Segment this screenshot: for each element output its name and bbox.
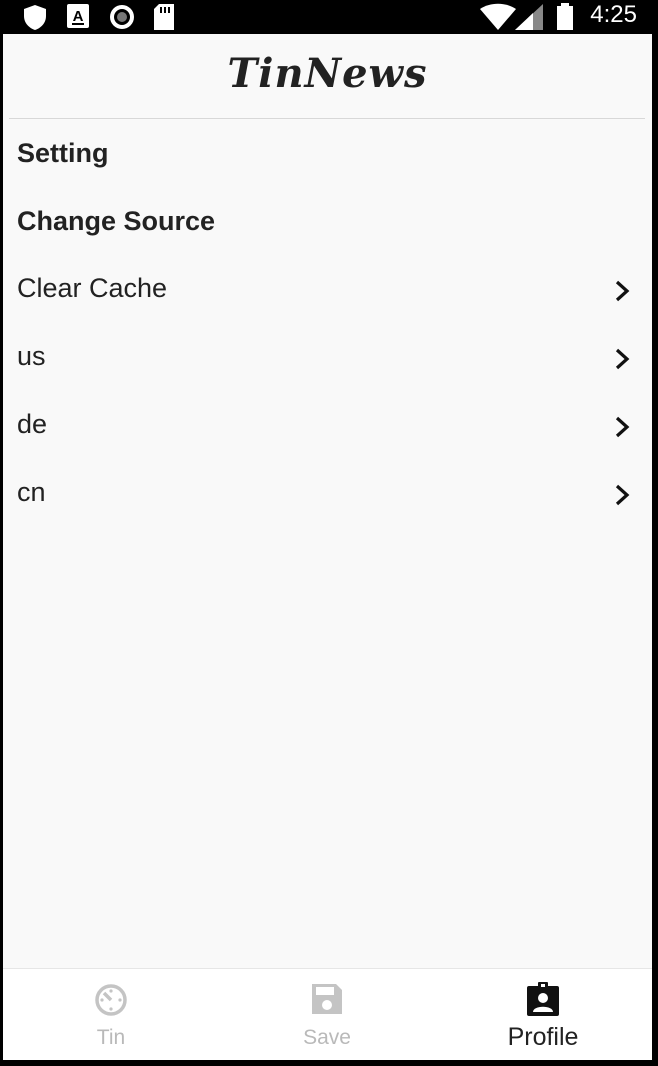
nav-tin[interactable]: Tin <box>3 969 219 1060</box>
source-label-de: de <box>17 409 48 439</box>
chevron-right-icon <box>615 280 630 302</box>
record-icon <box>110 5 134 29</box>
status-bar: A 4:25 <box>0 0 658 34</box>
nav-save-label: Save <box>303 1026 351 1049</box>
app-header: TinNews <box>3 34 652 118</box>
a-notification-icon: A <box>67 4 89 28</box>
bottom-navigation: Tin Save Profile <box>3 968 652 1060</box>
source-label-us: us <box>17 341 46 371</box>
profile-badge-icon <box>527 982 559 1016</box>
frame-edge <box>0 1060 658 1066</box>
chevron-right-icon <box>615 348 630 370</box>
header-divider <box>9 118 645 119</box>
chevron-right-icon <box>615 484 630 506</box>
nav-profile[interactable]: Profile <box>435 969 651 1060</box>
source-row-de[interactable]: de <box>3 397 652 457</box>
nav-profile-label: Profile <box>507 1023 579 1051</box>
source-row-cn[interactable]: cn <box>3 465 652 525</box>
save-icon <box>312 984 342 1014</box>
wifi-icon <box>480 3 516 30</box>
battery-icon <box>557 3 573 30</box>
nav-tin-label: Tin <box>96 1026 126 1049</box>
clear-cache-row[interactable]: Clear Cache <box>3 261 652 321</box>
source-row-us[interactable]: us <box>3 329 652 389</box>
chevron-right-icon <box>615 416 630 438</box>
nav-save[interactable]: Save <box>219 969 435 1060</box>
sd-card-icon <box>154 4 174 30</box>
app-title: TinNews <box>227 50 428 97</box>
source-label-cn: cn <box>17 477 46 507</box>
timer-icon <box>95 984 127 1016</box>
svg-text:A: A <box>73 8 84 25</box>
app-screen: TinNews Setting Change Source Clear Cach… <box>3 34 652 1060</box>
change-source-heading: Change Source <box>17 206 216 236</box>
signal-icon <box>515 4 543 30</box>
setting-heading: Setting <box>17 138 109 168</box>
frame-edge <box>652 34 658 1066</box>
clock: 4:25 <box>590 1 637 28</box>
clear-cache-label: Clear Cache <box>17 273 168 303</box>
shield-icon <box>24 5 46 30</box>
